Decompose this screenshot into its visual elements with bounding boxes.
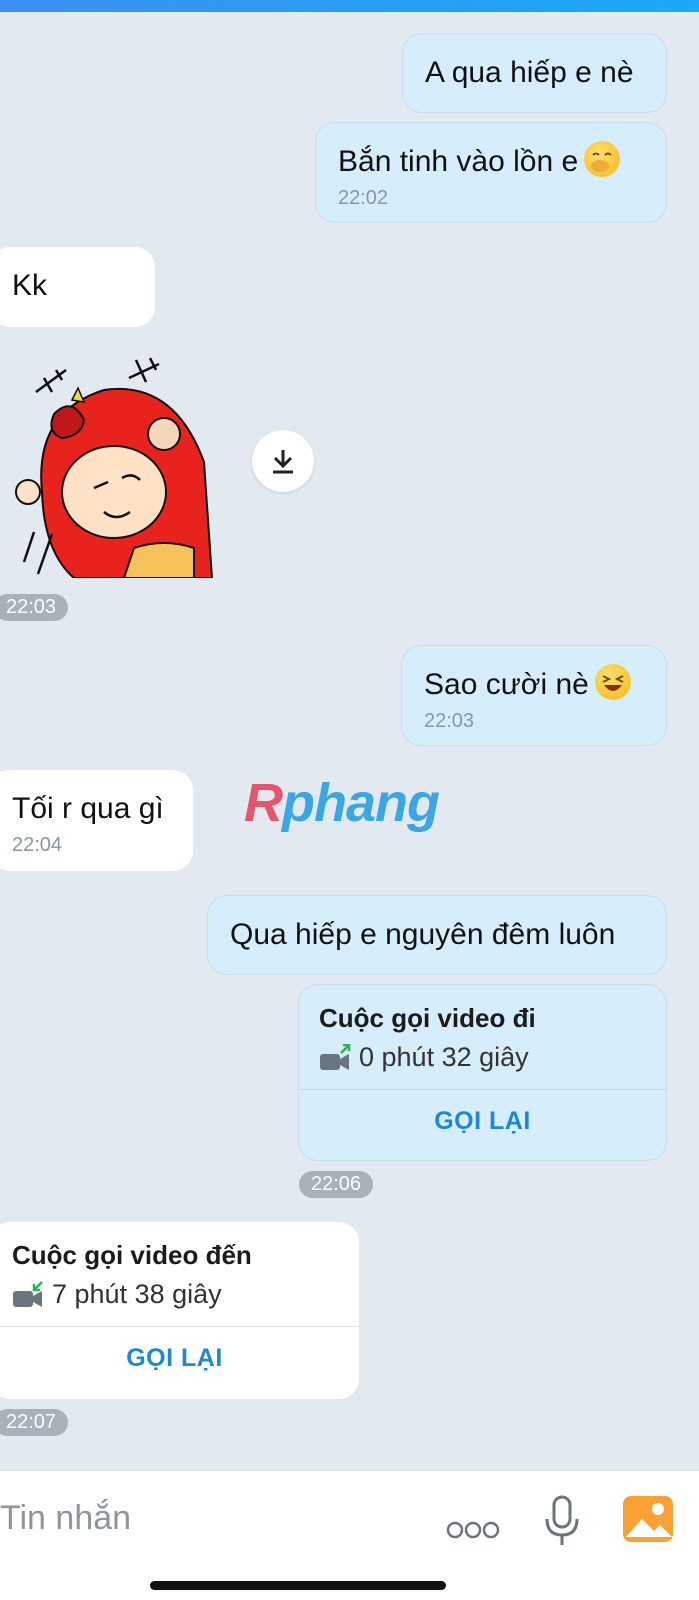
message-text: Sao cười nè	[424, 668, 589, 701]
message-time: 22:02	[338, 187, 389, 209]
message-bubble-outgoing[interactable]: Sao cười nè 22:03	[401, 645, 667, 746]
message-text: Qua hiếp e nguyên đêm luôn	[230, 918, 616, 951]
message-time: 22:04	[12, 834, 63, 856]
message-text: Bắn tinh vào lồn e	[338, 145, 579, 178]
call-title: Cuộc gọi video đến	[12, 1240, 252, 1270]
call-duration: 0 phút 32 giây	[359, 1042, 529, 1072]
message-bubble-outgoing[interactable]: Bắn tinh vào lồn e 22:02	[315, 122, 667, 223]
status-accent-bar	[0, 0, 699, 12]
call-duration-row: 7 phút 38 giây	[0, 1271, 359, 1310]
message-text: A qua hiếp e nè	[425, 56, 634, 89]
download-button[interactable]	[252, 430, 314, 492]
download-icon	[273, 450, 293, 474]
message-bubble-outgoing[interactable]: A qua hiếp e nè	[402, 33, 667, 113]
message-bubble-incoming[interactable]: Kk	[0, 247, 155, 327]
message-time: 22:03	[424, 710, 475, 732]
call-back-button[interactable]: GỌI LẠI	[0, 1344, 359, 1373]
divider	[0, 1326, 359, 1327]
timestamp-pill: 22:07	[0, 1409, 69, 1436]
outgoing-video-call-icon	[319, 1043, 353, 1072]
microphone-icon[interactable]	[543, 1495, 581, 1547]
video-call-card-outgoing: Cuộc gọi video đi 0 phút 32 giây GỌI LẠI	[298, 984, 667, 1161]
message-bubble-incoming[interactable]: Tối r qua gì 22:04	[0, 770, 193, 871]
message-text-row: Bắn tinh vào lồn e	[338, 141, 644, 181]
message-bubble-outgoing[interactable]: Qua hiếp e nguyên đêm luôn	[207, 895, 667, 975]
divider	[299, 1089, 666, 1090]
message-text: Kk	[12, 269, 48, 302]
sticker-image[interactable]	[14, 352, 214, 579]
incoming-video-call-icon	[12, 1280, 46, 1309]
message-text-row: Sao cười nè	[424, 664, 644, 704]
message-input[interactable]: Tin nhắn	[0, 1499, 131, 1538]
call-back-button[interactable]: GỌI LẠI	[299, 1107, 666, 1136]
timestamp-pill: 22:06	[299, 1171, 374, 1198]
more-dots-icon[interactable]	[446, 1519, 500, 1541]
message-text: Tối r qua gì	[12, 792, 164, 825]
hand-over-mouth-emoji-icon	[584, 141, 621, 177]
call-duration-row: 0 phút 32 giây	[299, 1034, 666, 1073]
watermark-logo: Rphang	[244, 773, 440, 833]
image-gallery-icon[interactable]	[622, 1495, 674, 1543]
home-indicator	[150, 1581, 446, 1590]
laughing-emoji-icon	[594, 664, 631, 700]
call-title: Cuộc gọi video đi	[319, 1003, 536, 1033]
timestamp-pill: 22:03	[0, 594, 69, 621]
call-duration: 7 phút 38 giây	[52, 1279, 222, 1309]
video-call-card-incoming: Cuộc gọi video đến 7 phút 38 giây GỌI LẠ…	[0, 1222, 359, 1399]
